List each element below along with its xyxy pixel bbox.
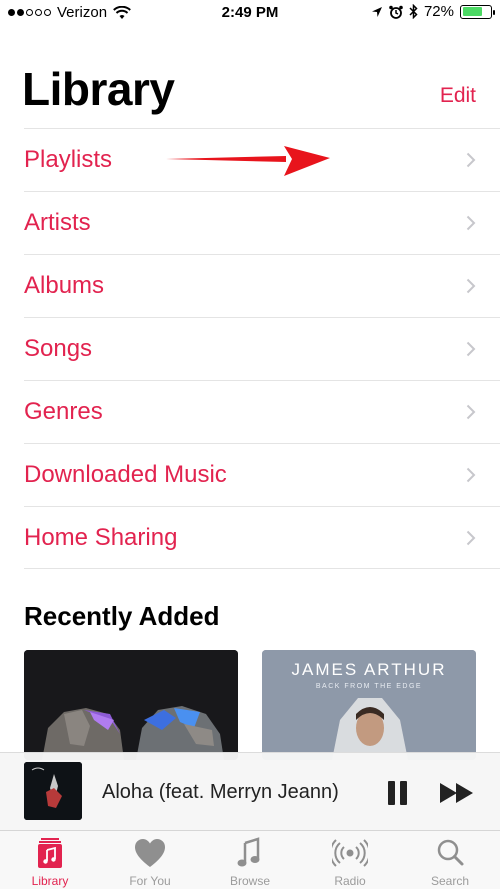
edit-button[interactable]: Edit — [440, 84, 476, 108]
menu-item-label: Home Sharing — [24, 523, 178, 551]
chevron-right-icon — [466, 404, 476, 420]
chevron-right-icon — [466, 278, 476, 294]
menu-item-label: Songs — [24, 335, 93, 362]
album-artist-name: JAMES ARTHUR — [291, 660, 447, 679]
menu-item-label: Playlists — [24, 146, 113, 173]
menu-item-albums[interactable]: Albums — [24, 254, 500, 317]
status-bar: Verizon 2:49 PM 72% — [0, 0, 500, 26]
location-arrow-icon — [371, 6, 382, 17]
search-icon — [437, 839, 464, 866]
chevron-right-icon — [466, 341, 476, 357]
status-right: 72% — [371, 3, 495, 20]
mini-player[interactable]: Aloha (feat. Merryn Jeann) — [0, 752, 500, 830]
menu-item-label: Artists — [24, 209, 91, 236]
pause-button[interactable] — [388, 781, 408, 805]
now-playing-art-image — [24, 762, 82, 820]
bluetooth-icon — [409, 4, 418, 19]
tab-label: Browse — [229, 874, 270, 888]
chevron-right-icon — [466, 530, 476, 545]
tab-label: Library — [31, 874, 69, 888]
tab-label: For You — [129, 874, 171, 888]
radio-icon — [332, 839, 368, 867]
tab-bar: Library For You Browse Radio Search — [0, 830, 500, 889]
recently-added-title: Recently Added — [24, 601, 220, 631]
library-icon — [38, 838, 62, 868]
album-art-sculptures — [24, 650, 238, 760]
tab-label: Radio — [334, 874, 366, 888]
menu-item-songs[interactable]: Songs — [24, 317, 500, 380]
menu-item-genres[interactable]: Genres — [24, 380, 500, 443]
tab-radio[interactable]: Radio — [300, 831, 400, 889]
now-playing-artwork[interactable] — [24, 762, 82, 820]
menu-item-home-sharing[interactable]: Home Sharing — [24, 506, 500, 569]
annotation-arrow-icon — [166, 146, 330, 176]
battery-icon — [460, 4, 495, 19]
album-cover[interactable] — [24, 650, 238, 760]
tab-for-you[interactable]: For You — [100, 831, 200, 889]
menu-item-label: Downloaded Music — [24, 461, 227, 488]
chevron-right-icon — [466, 467, 476, 483]
music-note-icon — [237, 837, 260, 867]
menu-item-label: Albums — [24, 272, 105, 299]
album-cover[interactable]: JAMES ARTHUR BACK FROM THE EDGE — [262, 650, 476, 760]
now-playing-title[interactable]: Aloha (feat. Merryn Jeann) — [102, 781, 339, 804]
pause-icon — [400, 781, 407, 805]
tab-library[interactable]: Library — [0, 831, 100, 889]
page-title: Library — [22, 63, 175, 115]
skip-forward-button[interactable] — [440, 783, 474, 803]
tab-search[interactable]: Search — [400, 831, 500, 889]
chevron-right-icon — [466, 152, 476, 168]
library-menu: Playlists Artists Albums Songs Genres Do… — [24, 128, 500, 569]
menu-item-label: Genres — [24, 398, 103, 425]
battery-percent: 72% — [423, 3, 454, 20]
menu-item-downloaded-music[interactable]: Downloaded Music — [24, 443, 500, 506]
album-subtitle: BACK FROM THE EDGE — [315, 683, 423, 690]
pause-icon — [388, 781, 395, 805]
alarm-clock-icon — [389, 5, 403, 19]
tab-label: Search — [430, 874, 470, 888]
battery-level-fill — [462, 7, 482, 16]
tab-browse[interactable]: Browse — [200, 831, 300, 889]
menu-item-artists[interactable]: Artists — [24, 191, 500, 254]
heart-icon — [135, 839, 165, 867]
chevron-right-icon — [466, 215, 476, 231]
